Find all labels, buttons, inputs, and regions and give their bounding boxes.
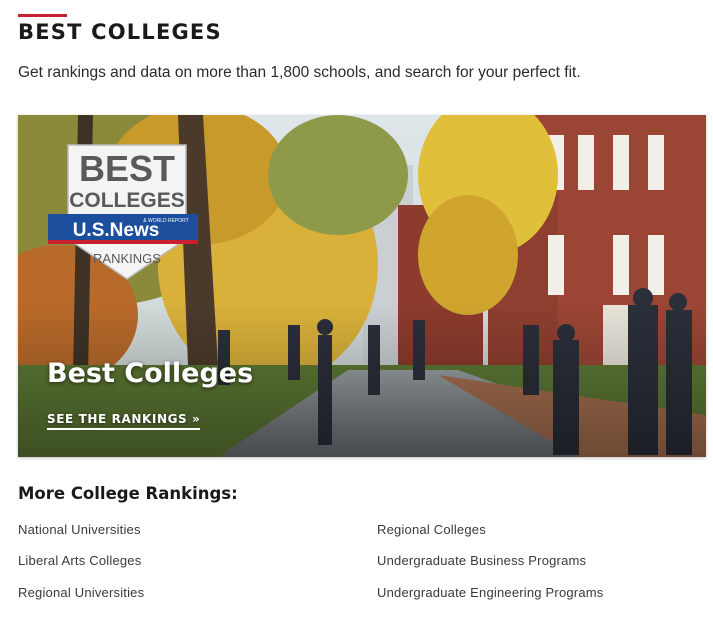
more-rankings-heading: More College Rankings:: [18, 484, 238, 503]
best-colleges-badge: BEST COLLEGES & WORLD REPORT U.S.News RA…: [48, 143, 198, 281]
link-regional-universities[interactable]: Regional Universities: [18, 585, 144, 600]
hero-banner[interactable]: BEST COLLEGES & WORLD REPORT U.S.News RA…: [18, 115, 706, 457]
link-liberal-arts-colleges[interactable]: Liberal Arts Colleges: [18, 553, 141, 568]
link-undergraduate-engineering-programs[interactable]: Undergraduate Engineering Programs: [377, 585, 604, 600]
hero-title: Best Colleges: [47, 358, 254, 389]
see-rankings-link[interactable]: SEE THE RANKINGS »: [47, 412, 201, 430]
title-accent-bar: [18, 14, 67, 17]
section-title: BEST COLLEGES: [18, 20, 222, 44]
badge-rankings-text: RANKINGS: [93, 251, 161, 266]
badge-best-text: BEST: [79, 148, 175, 189]
badge-colleges-text: COLLEGES: [69, 189, 185, 212]
badge-brand-text: U.S.News: [73, 220, 160, 241]
link-national-universities[interactable]: National Universities: [18, 522, 141, 537]
section-subtitle: Get rankings and data on more than 1,800…: [18, 64, 581, 81]
link-undergraduate-business-programs[interactable]: Undergraduate Business Programs: [377, 553, 586, 568]
link-regional-colleges[interactable]: Regional Colleges: [377, 522, 486, 537]
